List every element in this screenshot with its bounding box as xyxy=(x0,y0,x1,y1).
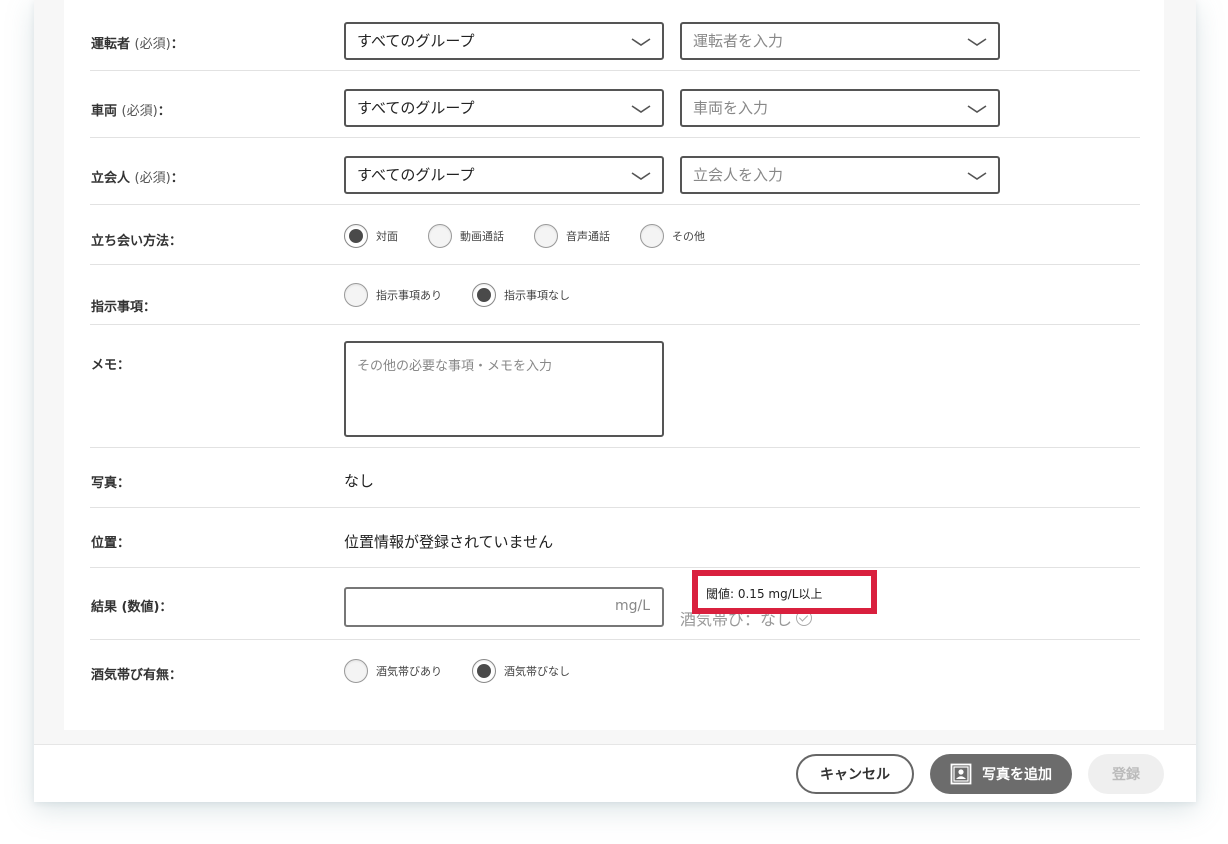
vehicle-select[interactable]: 車両を入力 xyxy=(680,89,1000,127)
witness-group-select[interactable]: すべてのグループ xyxy=(344,156,664,194)
method-option-voice-call[interactable]: 音声通話 xyxy=(534,224,610,248)
vehicle-group-value: すべてのグループ xyxy=(357,99,475,117)
method-option-in-person[interactable]: 対面 xyxy=(344,224,398,248)
vehicle-group-select[interactable]: すべてのグループ xyxy=(344,89,664,127)
location-label: 位置： xyxy=(91,536,131,551)
chevron-down-icon xyxy=(967,105,987,113)
alcohol-label: 酒気帯び有無： xyxy=(91,668,183,683)
witness-row: 立会人 (必須)： すべてのグループ 立会人を入力 xyxy=(90,138,1140,205)
radio-empty-icon xyxy=(534,224,558,248)
method-label: 立ち会い方法： xyxy=(91,234,183,249)
threshold-tooltip: 閾値: 0.15 mg/L以上 xyxy=(692,570,877,614)
instruction-radio-group: 指示事項あり 指示事項なし xyxy=(344,283,600,307)
method-option-other[interactable]: その他 xyxy=(640,224,705,248)
driver-group-value: すべてのグループ xyxy=(357,32,475,50)
driver-row: 運転者 (必須)： すべてのグループ 運転者を入力 xyxy=(90,0,1140,71)
chevron-down-icon xyxy=(631,172,651,180)
location-row: 位置： 位置情報が登録されていません xyxy=(90,508,1140,568)
instruction-option-no[interactable]: 指示事項なし xyxy=(472,283,570,307)
instruction-option-yes[interactable]: 指示事項あり xyxy=(344,283,442,307)
driver-group-select[interactable]: すべてのグループ xyxy=(344,22,664,60)
radio-empty-icon xyxy=(640,224,664,248)
alcohol-option-no[interactable]: 酒気帯びなし xyxy=(472,659,570,683)
memo-textarea[interactable]: その他の必要な事項・メモを入力 xyxy=(344,341,664,437)
result-value-input[interactable]: mg/L xyxy=(344,587,664,627)
witness-label: 立会人 (必須)： xyxy=(91,171,184,186)
witness-group-value: すべてのグループ xyxy=(357,166,475,184)
photo-row: 写真： なし xyxy=(90,448,1140,508)
location-value: 位置情報が登録されていません xyxy=(344,533,554,551)
method-option-video-call[interactable]: 動画通話 xyxy=(428,224,504,248)
driver-select[interactable]: 運転者を入力 xyxy=(680,22,1000,60)
instruction-row: 指示事項： 指示事項あり 指示事項なし xyxy=(90,265,1140,325)
memo-row: メモ： その他の必要な事項・メモを入力 xyxy=(90,325,1140,448)
vehicle-placeholder: 車両を入力 xyxy=(693,99,769,117)
add-photo-button[interactable]: 写真を追加 xyxy=(930,754,1072,794)
chevron-down-icon xyxy=(631,105,651,113)
witness-placeholder: 立会人を入力 xyxy=(693,166,784,184)
chevron-down-icon xyxy=(967,38,987,46)
radio-selected-icon xyxy=(344,224,368,248)
witness-select[interactable]: 立会人を入力 xyxy=(680,156,1000,194)
photo-label: 写真： xyxy=(91,476,131,491)
photo-value: なし xyxy=(344,472,375,490)
dialog-footer: キャンセル 写真を追加 登録 xyxy=(34,744,1196,802)
vehicle-label: 車両 (必須)： xyxy=(91,104,171,119)
chevron-down-icon xyxy=(967,172,987,180)
portrait-photo-icon xyxy=(950,763,972,785)
result-label: 結果 (数値)： xyxy=(91,600,173,615)
radio-empty-icon xyxy=(344,659,368,683)
cancel-button[interactable]: キャンセル xyxy=(796,754,914,794)
instruction-label: 指示事項： xyxy=(91,300,157,315)
driver-label: 運転者 (必須)： xyxy=(91,37,184,52)
method-radio-group: 対面 動画通話 音声通話 その他 xyxy=(344,224,735,248)
submit-button[interactable]: 登録 xyxy=(1088,754,1164,794)
radio-empty-icon xyxy=(428,224,452,248)
chevron-down-icon xyxy=(631,38,651,46)
alcohol-radio-group: 酒気帯びあり 酒気帯びなし xyxy=(344,659,600,683)
alcohol-row: 酒気帯び有無： 酒気帯びあり 酒気帯びなし xyxy=(90,640,1140,702)
radio-selected-icon xyxy=(472,659,496,683)
result-unit: mg/L xyxy=(614,598,650,614)
inspection-form: 運転者 (必須)： すべてのグループ 運転者を入力 車両 (必須)： すべてのグ… xyxy=(64,0,1164,730)
memo-label: メモ： xyxy=(91,358,131,373)
driver-placeholder: 運転者を入力 xyxy=(693,32,784,50)
result-row: 結果 (数値)： mg/L 酒気帯び：なし 閾値: 0.15 mg/L以上 xyxy=(90,568,1140,640)
radio-empty-icon xyxy=(344,283,368,307)
memo-placeholder: その他の必要な事項・メモを入力 xyxy=(357,359,553,374)
vehicle-row: 車両 (必須)： すべてのグループ 車両を入力 xyxy=(90,71,1140,138)
radio-selected-icon xyxy=(472,283,496,307)
alcohol-option-yes[interactable]: 酒気帯びあり xyxy=(344,659,442,683)
method-row: 立ち会い方法： 対面 動画通話 音声通話 その他 xyxy=(90,205,1140,265)
